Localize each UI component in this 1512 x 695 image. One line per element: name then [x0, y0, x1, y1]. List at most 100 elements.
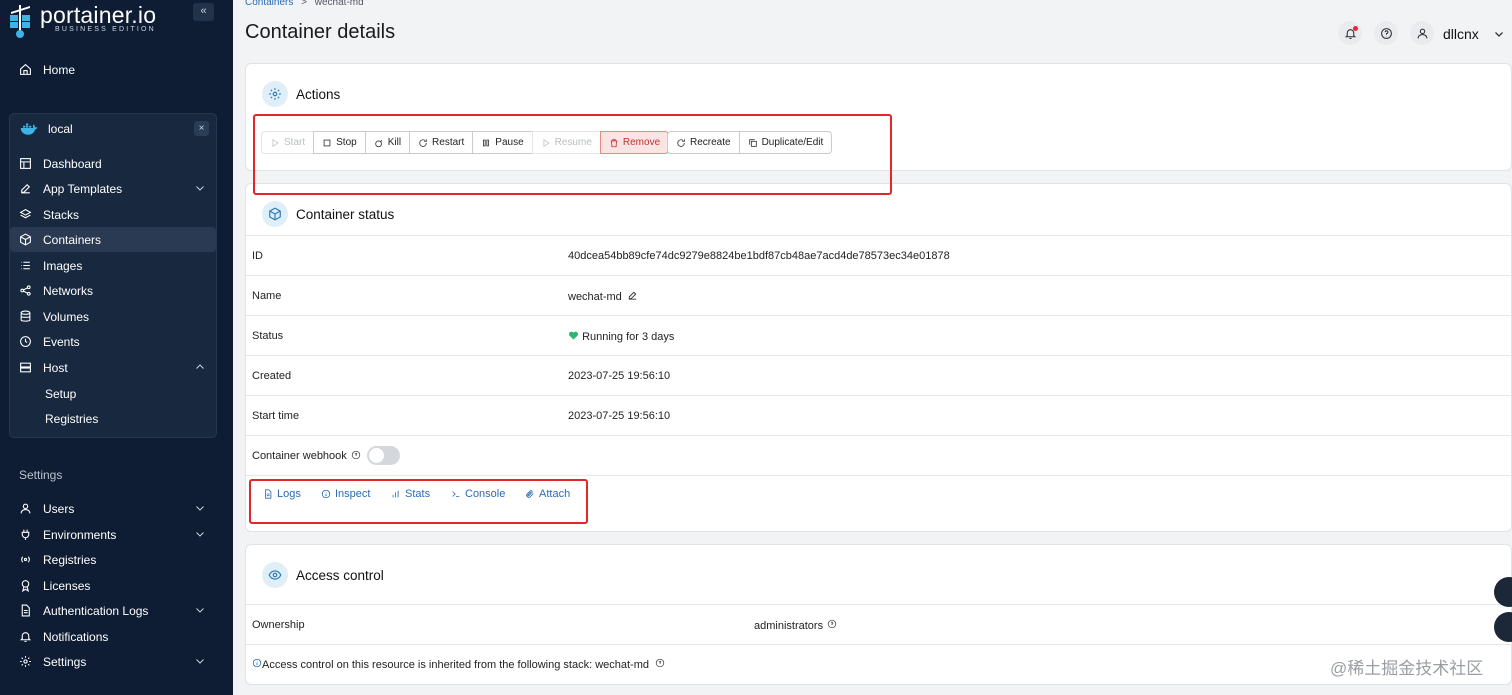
container-status-value: Running for 3 days: [568, 330, 674, 343]
container-name-text: wechat-md: [568, 291, 622, 303]
container-id-value: 40dcea54bb89cfe74dc9279e8824be1bdf87cb48…: [568, 250, 950, 262]
sidebar-item-label: Setup: [45, 386, 77, 401]
sidebar-item-users[interactable]: Users: [10, 496, 216, 521]
edit-icon[interactable]: [627, 290, 638, 301]
ownership-row: Ownership administrators: [246, 604, 1512, 644]
logo-wordmark: portainer.io: [40, 2, 157, 28]
row-key: Status: [252, 330, 284, 342]
chevron-down-icon[interactable]: [194, 182, 206, 194]
sidebar-item-dashboard[interactable]: Dashboard: [10, 151, 216, 176]
sidebar-item-label: Images: [43, 258, 83, 273]
sidebar-item-label: Home: [43, 62, 76, 77]
webhook-label-text: Container webhook: [252, 450, 347, 462]
status-row-id: ID 40dcea54bb89cfe74dc9279e8824be1bdf87c…: [246, 235, 1512, 275]
status-row-created: Created 2023-07-25 19:56:10: [246, 355, 1512, 395]
portainer-logo[interactable]: portainer.io BUSINESS EDITION: [8, 2, 208, 40]
watermark: @稀土掘金技术社区: [1330, 659, 1484, 678]
chevron-down-icon[interactable]: [194, 604, 206, 616]
sidebar-item-settings[interactable]: Settings: [10, 649, 216, 674]
access-note-row: Access control on this resource is inher…: [246, 644, 1512, 684]
user-icon: [1417, 28, 1427, 38]
sidebar-item-label: Authentication Logs: [43, 603, 149, 618]
close-environment-button[interactable]: ×: [194, 121, 209, 136]
chevron-down-icon[interactable]: [1493, 28, 1505, 40]
user-avatar[interactable]: [1410, 21, 1434, 45]
sidebar-item-containers[interactable]: Containers: [10, 227, 216, 252]
user-name[interactable]: dllcnx: [1443, 26, 1479, 42]
ownership-value: administrators: [754, 619, 837, 632]
chevron-down-icon[interactable]: [194, 655, 206, 667]
page-title: Container details: [245, 21, 396, 43]
sidebar-item-label: Networks: [43, 283, 94, 298]
row-key: Created: [252, 370, 292, 382]
database-icon: [18, 310, 32, 324]
gear-icon: [18, 655, 32, 669]
box-icon: [18, 233, 32, 247]
chevron-up-icon[interactable]: [194, 361, 206, 373]
ownership-key: Ownership: [252, 619, 305, 631]
help-icon: [1380, 27, 1392, 39]
chevron-down-icon[interactable]: [194, 502, 206, 514]
sidebar-item-label: Users: [43, 501, 75, 516]
sidebar-item-label: Dashboard: [43, 156, 102, 171]
sidebar-item-label: Registries: [45, 411, 99, 426]
home-icon: [18, 63, 32, 77]
gear-icon: [262, 81, 288, 107]
notifications-button[interactable]: [1338, 21, 1362, 45]
sidebar-item-images[interactable]: Images: [10, 253, 216, 278]
sidebar-item-registries[interactable]: Registries: [10, 547, 216, 572]
list-icon: [18, 259, 32, 273]
sidebar-item-notifications[interactable]: Notifications: [10, 624, 216, 649]
layers-icon: [18, 208, 32, 222]
sidebar-item-environments[interactable]: Environments: [10, 522, 216, 547]
environment-header[interactable]: local: [10, 116, 216, 142]
chevron-down-icon[interactable]: [194, 528, 206, 540]
eye-icon: [262, 562, 288, 588]
actions-header: Actions: [262, 81, 340, 107]
sidebar-item-label: Host: [43, 360, 68, 375]
sidebar-item-setup[interactable]: Setup: [10, 381, 216, 406]
share-icon: [18, 284, 32, 298]
sidebar-item-volumes[interactable]: Volumes: [10, 304, 216, 329]
breadcrumb-containers-link[interactable]: Containers: [245, 0, 293, 8]
clock-icon: [18, 335, 32, 349]
breadcrumb-current: wechat-md: [314, 0, 364, 8]
access-control-header: Access control: [262, 562, 384, 588]
status-row-webhook: Container webhook: [246, 435, 1512, 475]
row-key: Start time: [252, 410, 300, 422]
plug-icon: [18, 528, 32, 542]
sidebar-item-label: Events: [43, 334, 80, 349]
logo-edition: BUSINESS EDITION: [55, 26, 156, 33]
help-button[interactable]: [1374, 21, 1398, 45]
sidebar-item-stacks[interactable]: Stacks: [10, 202, 216, 227]
sidebar-item-label: Settings: [43, 654, 87, 669]
log-icon: [18, 604, 32, 618]
award-icon: [18, 579, 32, 593]
sidebar-item-host-registries[interactable]: Registries: [10, 406, 216, 431]
sidebar-item-licenses[interactable]: Licenses: [10, 573, 216, 598]
sidebar-item-label: Stacks: [43, 207, 80, 222]
sidebar-item-label: Registries: [43, 552, 97, 567]
edit-icon: [18, 182, 32, 196]
sidebar-item-events[interactable]: Events: [10, 329, 216, 354]
sidebar-item-home[interactable]: Home: [10, 57, 216, 82]
sidebar-item-authentication-logs[interactable]: Authentication Logs: [10, 598, 216, 623]
container-status-header: Container status: [262, 201, 394, 227]
dashboard-icon: [18, 157, 32, 171]
sidebar-item-label: App Templates: [43, 181, 123, 196]
row-key: Name: [252, 290, 282, 302]
portainer-logo-icon: [10, 5, 30, 38]
help-icon: [351, 450, 361, 460]
sidebar-item-app-templates[interactable]: App Templates: [10, 176, 216, 201]
box-icon: [262, 201, 288, 227]
row-key: ID: [252, 250, 263, 262]
bell-icon: [18, 630, 32, 644]
sidebar-item-networks[interactable]: Networks: [10, 278, 216, 303]
webhook-toggle[interactable]: [367, 446, 400, 465]
actions-title: Actions: [296, 86, 341, 102]
collapse-sidebar-button[interactable]: «: [193, 3, 214, 21]
sidebar: portainer.io BUSINESS EDITION « Home loc…: [0, 0, 233, 695]
heartbeat-icon: [568, 331, 579, 340]
sidebar-item-host[interactable]: Host: [10, 355, 216, 380]
container-status-title: Container status: [296, 206, 395, 222]
